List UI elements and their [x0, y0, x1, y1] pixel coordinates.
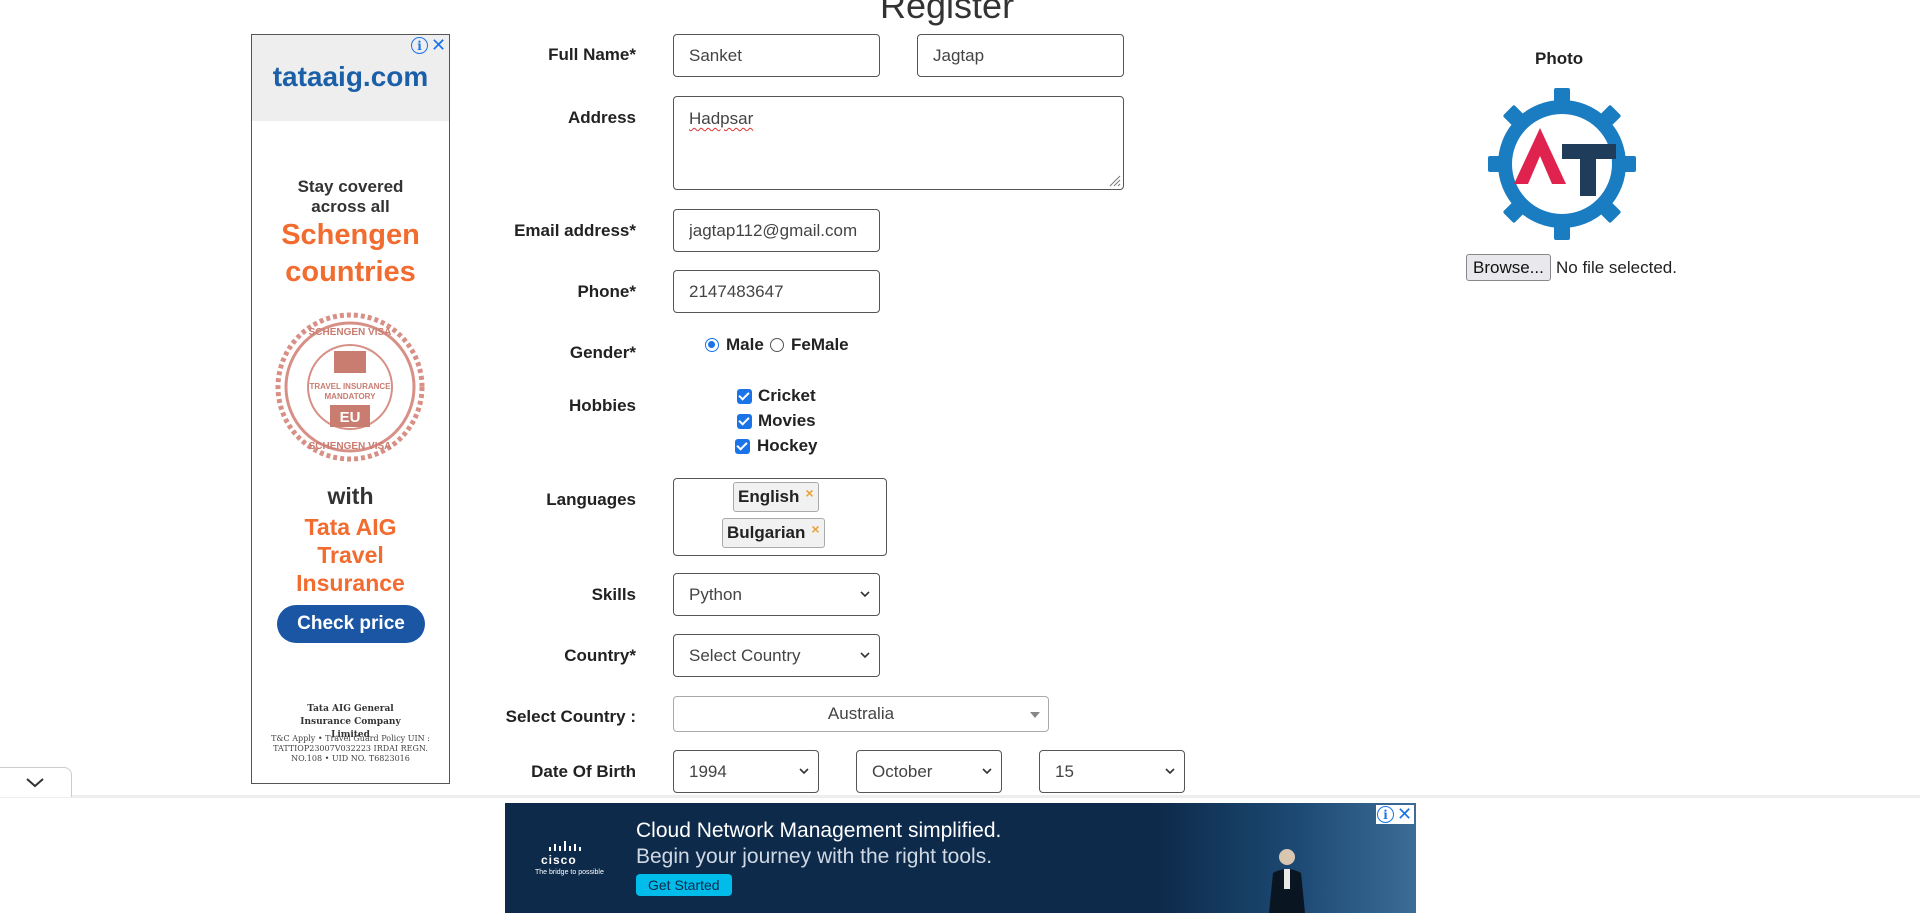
ad-line-4-text: Tata AIG Travel Insurance [296, 514, 405, 596]
schengen-stamp-icon: TRAVEL INSURANCE MANDATORY EU SCHENGEN V… [275, 312, 425, 462]
gender-male-label[interactable]: Male [726, 335, 764, 355]
ad-get-started-button[interactable]: Get Started [636, 874, 732, 896]
dropdown-arrow-icon [1030, 712, 1040, 718]
bottom-advertisement[interactable]: cisco The bridge to possible Cloud Netwo… [505, 803, 1416, 913]
languages-multiselect[interactable]: English × Bulgarian × [673, 478, 887, 556]
hobby-hockey-checkbox[interactable] [735, 439, 750, 454]
svg-text:SCHENGEN VISA: SCHENGEN VISA [309, 441, 392, 452]
email-input[interactable] [673, 209, 880, 252]
remove-tag-icon[interactable]: × [805, 485, 813, 501]
svg-text:MANDATORY: MANDATORY [325, 392, 377, 401]
hobby-cricket-checkbox[interactable] [737, 389, 752, 404]
language-tag-text: Bulgarian [727, 523, 806, 542]
ad-line-2: Schengen countries [252, 217, 449, 291]
ad-controls: i ✕ [411, 36, 447, 54]
ad-subline: Begin your journey with the right tools. [636, 845, 993, 868]
dob-year-value: 1994 [689, 762, 727, 781]
ad-brand-tagline: The bridge to possible [535, 869, 604, 876]
dob-day-value: 15 [1055, 762, 1074, 781]
address-textarea[interactable]: Hadpsar [673, 96, 1124, 190]
ad-fineprint-terms-text: T&C Apply • Travel Guard Policy UIN : TA… [271, 734, 430, 763]
first-name-input[interactable] [673, 34, 880, 77]
ad-brand: cisco [541, 853, 577, 867]
select-country-value: Australia [827, 704, 895, 723]
skills-label: Skills [591, 585, 636, 604]
dob-month-value: October [872, 762, 933, 781]
person-silhouette-icon [1269, 849, 1305, 913]
skills-select[interactable]: Python [673, 573, 880, 616]
resize-handle-icon[interactable] [1107, 173, 1121, 187]
dob-day-select[interactable]: 15 [1039, 750, 1185, 793]
gender-label: Gender* [569, 343, 636, 362]
hobby-movies-checkbox[interactable] [737, 414, 752, 429]
ad-close-icon[interactable]: ✕ [430, 36, 447, 54]
svg-text:SCHENGEN VISA: SCHENGEN VISA [309, 327, 392, 338]
gender-male-radio[interactable] [705, 338, 719, 352]
gender-female-label[interactable]: FeMale [791, 335, 849, 355]
chevron-down-icon [860, 591, 870, 598]
full-name-label: Full Name* [548, 45, 636, 64]
ad-line-1: Stay covered across all [252, 177, 449, 217]
cisco-logo-icon [549, 841, 581, 851]
languages-label: Languages [546, 490, 636, 509]
hobby-hockey-label[interactable]: Hockey [757, 436, 817, 456]
file-status: No file selected. [1556, 258, 1677, 277]
skills-value: Python [689, 585, 742, 604]
select-country-combobox[interactable]: Australia [673, 696, 1049, 732]
ad-domain[interactable]: tataaig.com [252, 61, 449, 93]
dob-month-select[interactable]: October [856, 750, 1002, 793]
svg-text:TRAVEL INSURANCE: TRAVEL INSURANCE [309, 382, 391, 391]
ad-line-4: Tata AIG Travel Insurance [252, 513, 449, 597]
page-title: Register [880, 0, 1015, 26]
ad-check-price-button[interactable]: Check price [277, 605, 425, 643]
svg-text:EU: EU [340, 409, 361, 426]
ad-info-icon[interactable]: i [1377, 806, 1394, 823]
address-label: Address [567, 108, 636, 127]
hobby-cricket-label[interactable]: Cricket [758, 386, 816, 406]
hobbies-label: Hobbies [568, 396, 636, 415]
phone-input[interactable] [673, 270, 880, 313]
chevron-down-icon [982, 768, 992, 775]
chevron-down-icon [860, 652, 870, 659]
email-label: Email address* [514, 221, 636, 240]
collapse-ad-tab[interactable] [0, 767, 72, 797]
select-country-label: Select Country : [505, 707, 636, 726]
country-select[interactable]: Select Country [673, 634, 880, 677]
chevron-down-icon [799, 768, 809, 775]
country-label: Country* [564, 646, 636, 665]
hobby-movies-label[interactable]: Movies [758, 411, 816, 431]
language-tag-english: English × [733, 482, 819, 512]
photo-title: Photo [1535, 49, 1584, 68]
chevron-down-icon [26, 778, 44, 788]
dob-year-select[interactable]: 1994 [673, 750, 819, 793]
left-advertisement[interactable]: tataaig.com i ✕ Stay covered across all … [251, 34, 450, 784]
photo-preview-logo-icon [1488, 88, 1636, 240]
gender-female-radio[interactable] [770, 338, 784, 352]
ad-line-3: with [327, 483, 374, 509]
remove-tag-icon[interactable]: × [811, 521, 819, 537]
ad-info-icon[interactable]: i [411, 37, 428, 54]
ad-line-2-text: Schengen countries [281, 219, 420, 288]
language-tag-text: English [738, 487, 800, 506]
phone-label: Phone* [577, 282, 636, 301]
chevron-down-icon [1165, 768, 1175, 775]
dob-label: Date Of Birth [531, 762, 636, 781]
country-value: Select Country [689, 646, 801, 665]
ad-headline: Cloud Network Management simplified. [636, 819, 1002, 842]
address-value: Hadpsar [689, 109, 754, 128]
browse-button[interactable]: Browse... [1466, 254, 1551, 281]
ad-close-icon[interactable]: ✕ [1396, 805, 1413, 823]
bottom-divider [0, 795, 1920, 798]
language-tag-bulgarian: Bulgarian × [722, 518, 825, 548]
ad-controls: i ✕ [1376, 805, 1414, 824]
last-name-input[interactable] [917, 34, 1124, 77]
ad-line-1-text: Stay covered across all [297, 177, 404, 216]
ad-fineprint-terms: T&C Apply • Travel Guard Policy UIN : TA… [252, 734, 449, 764]
